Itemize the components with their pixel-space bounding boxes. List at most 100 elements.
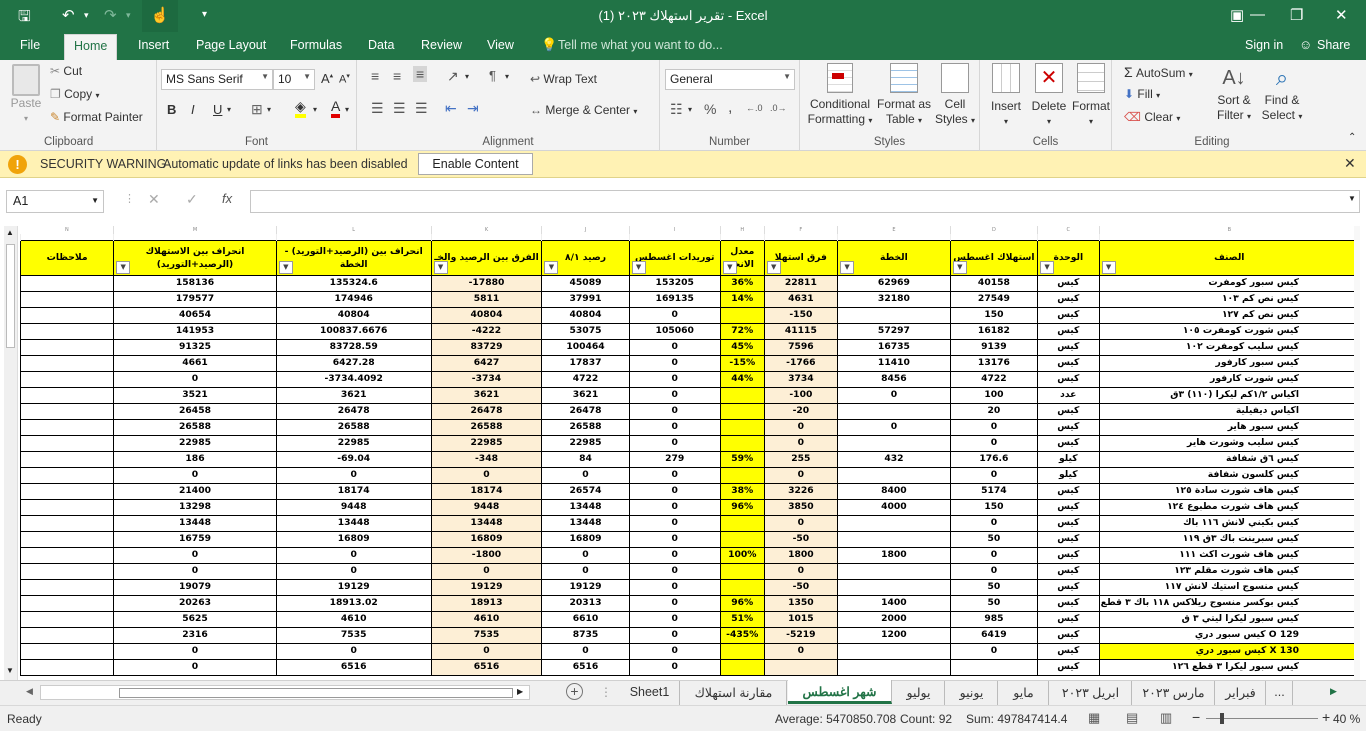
increase-indent-icon[interactable]: ⇥	[467, 100, 479, 117]
table-cell[interactable]: 22811	[763, 274, 839, 292]
table-cell[interactable]	[20, 578, 115, 596]
decrease-indent-icon[interactable]: ⇤	[445, 100, 457, 117]
table-cell[interactable]: 100	[949, 386, 1039, 404]
table-cell[interactable]: 16809	[430, 530, 543, 548]
table-cell[interactable]: كيس	[1037, 274, 1100, 292]
header-cell[interactable]: الصنف ▼	[1098, 239, 1360, 276]
table-cell[interactable]: 0	[628, 642, 721, 660]
table-cell[interactable]	[837, 578, 951, 596]
column-letter[interactable]: I	[629, 226, 721, 234]
borders-icon[interactable]: ⊞	[251, 101, 263, 118]
table-cell[interactable]: 13448	[430, 514, 543, 532]
table-cell[interactable]: كيس	[1037, 658, 1100, 676]
table-cell[interactable]: 135324.6	[275, 274, 432, 292]
table-cell[interactable]: كيس	[1037, 418, 1100, 436]
table-cell[interactable]: 150	[949, 306, 1039, 324]
table-cell[interactable]: 26478	[275, 402, 432, 420]
sheet-tab-march[interactable]: مارس ٢٠٢٣	[1133, 681, 1215, 705]
table-cell[interactable]: 6516	[275, 658, 432, 676]
table-cell[interactable]: 36%	[719, 274, 765, 292]
table-cell[interactable]: 4610	[275, 610, 432, 628]
column-letter[interactable]: L	[276, 226, 432, 234]
decrease-font-icon[interactable]: A▾	[339, 72, 350, 86]
table-cell[interactable]: 45%	[719, 338, 765, 356]
column-letter[interactable]: E	[837, 226, 951, 234]
table-cell[interactable]: 3850	[763, 498, 839, 516]
table-cell[interactable]: 105060	[628, 322, 721, 340]
table-cell[interactable]: 0	[113, 642, 277, 660]
table-cell[interactable]: 6610	[541, 610, 630, 628]
table-cell[interactable]	[719, 466, 765, 484]
column-letter[interactable]: D	[950, 226, 1039, 234]
table-cell[interactable]: كيس	[1037, 370, 1100, 388]
table-cell[interactable]: 8400	[837, 482, 951, 500]
table-cell[interactable]: 16809	[541, 530, 630, 548]
table-cell[interactable]: 22985	[541, 434, 630, 452]
table-cell[interactable]	[20, 594, 115, 612]
page-layout-view-icon[interactable]: ▤	[1126, 710, 1138, 726]
ribbon-display-icon[interactable]: ▣	[1230, 6, 1244, 24]
table-cell[interactable]	[20, 370, 115, 388]
table-cell[interactable]: 6427.28	[275, 354, 432, 372]
rtl-dropdown-icon[interactable]: ▾	[505, 72, 509, 81]
table-cell[interactable]: 1800	[763, 546, 839, 564]
align-left-icon[interactable]: ☰	[371, 100, 384, 117]
table-cell[interactable]: 19129	[275, 578, 432, 596]
table-cell[interactable]: 3226	[763, 482, 839, 500]
table-cell[interactable]: عدد	[1037, 386, 1100, 404]
table-cell[interactable]: 0	[628, 482, 721, 500]
table-cell[interactable]: كيس سبور هاير	[1098, 418, 1360, 436]
header-cell[interactable]: الوحدة ▼	[1037, 239, 1100, 276]
table-cell[interactable]: 22985	[275, 434, 432, 452]
table-cell[interactable]: كيس هاف شورت اكث ١١١	[1098, 546, 1360, 564]
column-letter[interactable]: C	[1037, 226, 1100, 234]
table-cell[interactable]	[20, 274, 115, 292]
increase-font-icon[interactable]: A▴	[321, 71, 333, 86]
tab-view[interactable]: View	[487, 38, 514, 52]
table-cell[interactable]: 6516	[541, 658, 630, 676]
table-cell[interactable]: كيس	[1037, 354, 1100, 372]
table-cell[interactable]	[20, 482, 115, 500]
table-cell[interactable]: 100464	[541, 338, 630, 356]
table-cell[interactable]	[837, 402, 951, 420]
table-cell[interactable]: 0	[275, 642, 432, 660]
zoom-out-icon[interactable]: −	[1192, 709, 1200, 725]
filter-dropdown-icon[interactable]: ▼	[116, 260, 131, 274]
table-cell[interactable]: 0	[628, 546, 721, 564]
table-cell[interactable]: كيس نص كم ١٠٣	[1098, 290, 1360, 308]
table-cell[interactable]: اكياس ديفيلية	[1098, 402, 1360, 420]
orientation-dropdown-icon[interactable]: ▾	[465, 72, 469, 81]
table-cell[interactable]: 13298	[113, 498, 277, 516]
insert-cells-button[interactable]: Insert ▾	[986, 63, 1026, 129]
table-cell[interactable]: 16182	[949, 322, 1039, 340]
table-cell[interactable]: 0	[763, 642, 839, 660]
table-cell[interactable]: 6427	[430, 354, 543, 372]
table-cell[interactable]	[20, 626, 115, 644]
table-cell[interactable]: 59%	[719, 450, 765, 468]
column-letter[interactable]: M	[113, 226, 277, 234]
insert-function-icon[interactable]: fx	[222, 191, 232, 206]
collapse-ribbon-icon[interactable]: ⌃	[1348, 132, 1356, 143]
table-cell[interactable]: كيس	[1037, 306, 1100, 324]
table-cell[interactable]	[837, 514, 951, 532]
table-cell[interactable]: كيس	[1037, 642, 1100, 660]
table-cell[interactable]: 3521	[113, 386, 277, 404]
table-cell[interactable]: كيس	[1037, 434, 1100, 452]
table-cell[interactable]: 279	[628, 450, 721, 468]
table-cell[interactable]: 26574	[541, 482, 630, 500]
cell-styles-button[interactable]: Cell Styles ▾	[934, 63, 976, 128]
scroll-down-icon[interactable]: ▼	[6, 666, 14, 675]
format-cells-button[interactable]: Format ▾	[1070, 63, 1112, 129]
filter-dropdown-icon[interactable]: ▼	[631, 260, 646, 274]
table-cell[interactable]	[20, 498, 115, 516]
table-cell[interactable]: 0	[628, 466, 721, 484]
align-right-icon[interactable]: ☰	[415, 100, 428, 117]
table-cell[interactable]: كيس سليب وشورت هاير	[1098, 434, 1360, 452]
column-letter[interactable]: H	[720, 226, 765, 234]
table-cell[interactable]: 44%	[719, 370, 765, 388]
table-cell[interactable]: 19129	[430, 578, 543, 596]
table-cell[interactable]: 3621	[430, 386, 543, 404]
table-cell[interactable]: 0	[837, 418, 951, 436]
table-cell[interactable]: -15%	[719, 354, 765, 372]
cell-grid[interactable]: N M L K J I H F E D C B ملاحظات انحراف بين الاستهلاك …	[20, 226, 1360, 680]
